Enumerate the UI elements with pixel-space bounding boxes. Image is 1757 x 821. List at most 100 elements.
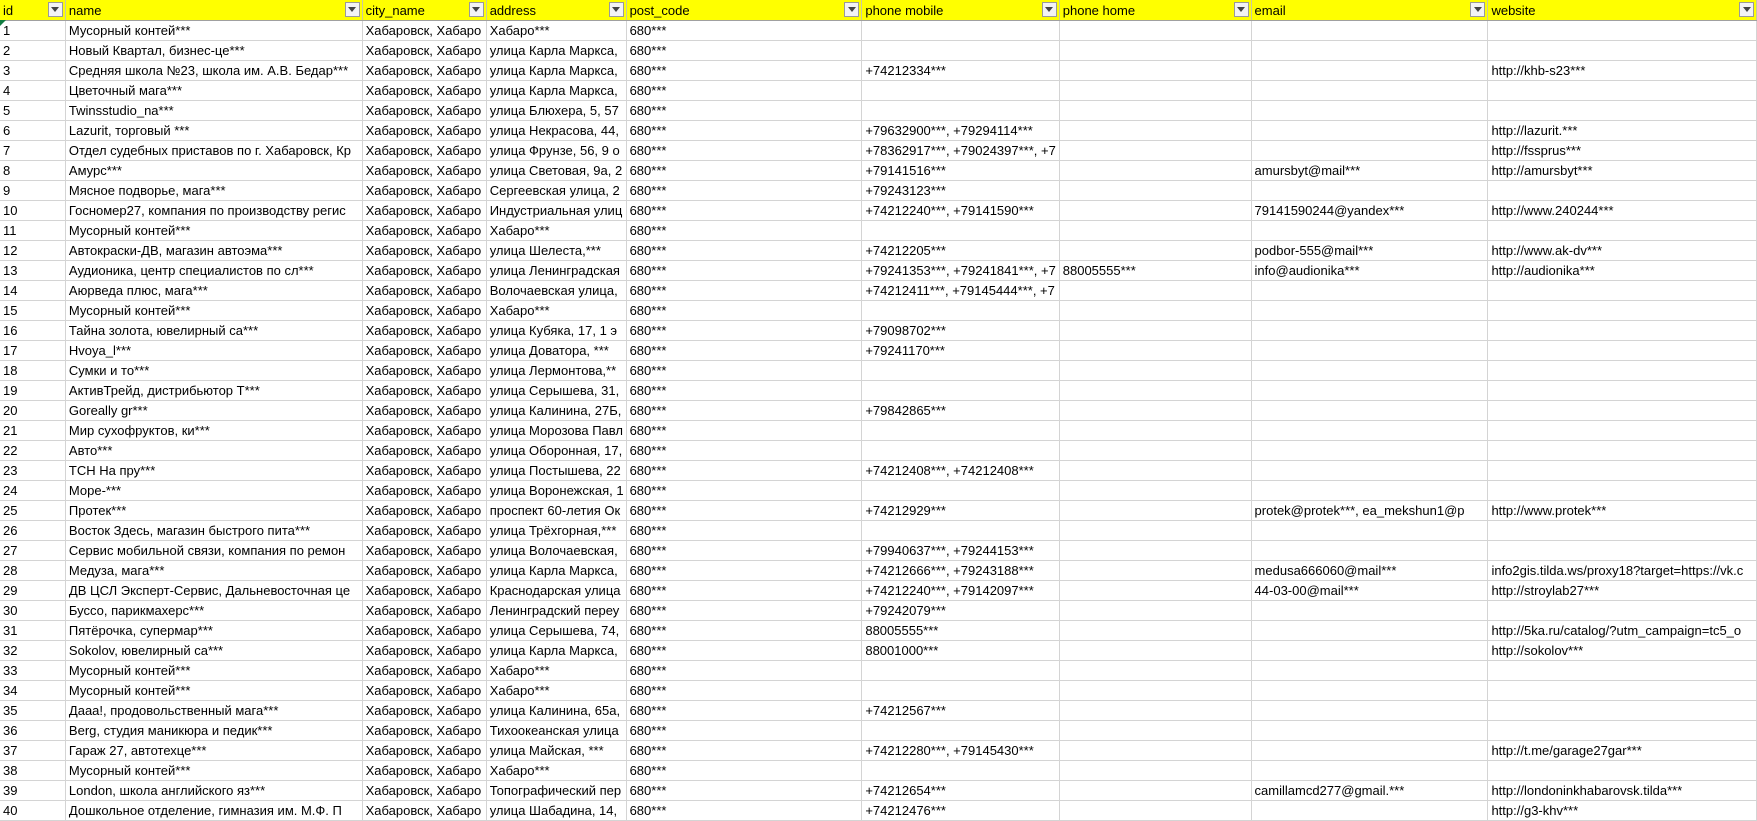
cell-website[interactable]: info2gis.tilda.ws/proxy18?target=https:/… [1487, 560, 1757, 582]
cell-email[interactable] [1251, 420, 1489, 442]
cell-post-code[interactable]: 680*** [626, 440, 863, 462]
cell-name[interactable]: Мусорный контей*** [65, 660, 363, 682]
cell-phone-mobile[interactable]: +74212476*** [861, 800, 1060, 821]
cell-id[interactable]: 14 [0, 280, 66, 302]
cell-email[interactable] [1251, 760, 1489, 782]
cell-phone-home[interactable] [1059, 280, 1252, 302]
cell-city-name[interactable]: Хабаровск, Хабаро [362, 600, 487, 622]
cell-phone-mobile[interactable]: +79940637***, +79244153*** [861, 540, 1060, 562]
cell-address[interactable]: улица Серышева, 31, [486, 380, 627, 402]
cell-post-code[interactable]: 680*** [626, 740, 863, 762]
cell-city-name[interactable]: Хабаровск, Хабаро [362, 360, 487, 382]
cell-name[interactable]: Сумки и то*** [65, 360, 363, 382]
cell-phone-mobile[interactable] [861, 360, 1060, 382]
cell-phone-home[interactable] [1059, 220, 1252, 242]
cell-city-name[interactable]: Хабаровск, Хабаро [362, 760, 487, 782]
cell-address[interactable]: Сергеевская улица, 2 [486, 180, 627, 202]
cell-phone-home[interactable] [1059, 380, 1252, 402]
cell-email[interactable]: 44-03-00@mail*** [1251, 580, 1489, 602]
filter-dropdown-icon[interactable] [468, 2, 484, 17]
cell-city-name[interactable]: Хабаровск, Хабаро [362, 640, 487, 662]
cell-post-code[interactable]: 680*** [626, 720, 863, 742]
cell-website[interactable] [1487, 680, 1757, 702]
cell-email[interactable] [1251, 60, 1489, 82]
cell-phone-home[interactable] [1059, 580, 1252, 602]
cell-id[interactable]: 26 [0, 520, 66, 542]
cell-phone-mobile[interactable]: +74212666***, +79243188*** [861, 560, 1060, 582]
cell-address[interactable]: улица Карла Маркса, [486, 560, 627, 582]
cell-city-name[interactable]: Хабаровск, Хабаро [362, 320, 487, 342]
cell-name[interactable]: Мусорный контей*** [65, 20, 363, 42]
cell-address[interactable]: Ленинградский переу [486, 600, 627, 622]
cell-post-code[interactable]: 680*** [626, 640, 863, 662]
cell-id[interactable]: 20 [0, 400, 66, 422]
cell-name[interactable]: Тайна золота, ювелирный са*** [65, 320, 363, 342]
cell-phone-home[interactable] [1059, 780, 1252, 802]
cell-phone-mobile[interactable]: +74212567*** [861, 700, 1060, 722]
cell-email[interactable] [1251, 220, 1489, 242]
cell-city-name[interactable]: Хабаровск, Хабаро [362, 220, 487, 242]
cell-city-name[interactable]: Хабаровск, Хабаро [362, 520, 487, 542]
cell-phone-home[interactable] [1059, 600, 1252, 622]
cell-name[interactable]: Протек*** [65, 500, 363, 522]
cell-city-name[interactable]: Хабаровск, Хабаро [362, 540, 487, 562]
cell-website[interactable] [1487, 320, 1757, 342]
cell-phone-mobile[interactable]: +79241353***, +79241841***, +7 [861, 260, 1060, 282]
cell-phone-mobile[interactable]: +74212240***, +79141590*** [861, 200, 1060, 222]
cell-website[interactable]: http://amursbyt*** [1487, 160, 1757, 182]
column-header-city-name[interactable]: city_name [362, 0, 487, 22]
cell-address[interactable]: Хабаро*** [486, 680, 627, 702]
cell-phone-mobile[interactable]: +79842865*** [861, 400, 1060, 422]
cell-post-code[interactable]: 680*** [626, 660, 863, 682]
cell-name[interactable]: Мусорный контей*** [65, 300, 363, 322]
cell-website[interactable] [1487, 520, 1757, 542]
cell-phone-home[interactable] [1059, 120, 1252, 142]
cell-city-name[interactable]: Хабаровск, Хабаро [362, 40, 487, 62]
cell-phone-home[interactable] [1059, 20, 1252, 42]
cell-address[interactable]: улица Постышева, 22 [486, 460, 627, 482]
cell-id[interactable]: 5 [0, 100, 66, 122]
cell-id[interactable]: 8 [0, 160, 66, 182]
cell-address[interactable]: Хабаро*** [486, 660, 627, 682]
cell-website[interactable] [1487, 400, 1757, 422]
cell-address[interactable]: Топографический пер [486, 780, 627, 802]
cell-email[interactable] [1251, 460, 1489, 482]
cell-address[interactable]: улица Карла Маркса, [486, 640, 627, 662]
cell-address[interactable]: Хабаро*** [486, 300, 627, 322]
cell-website[interactable]: http://www.ak-dv*** [1487, 240, 1757, 262]
cell-website[interactable] [1487, 180, 1757, 202]
column-header-phone-home[interactable]: phone home [1059, 0, 1252, 22]
cell-phone-home[interactable] [1059, 800, 1252, 821]
cell-phone-mobile[interactable] [861, 440, 1060, 462]
cell-phone-mobile[interactable]: +74212334*** [861, 60, 1060, 82]
cell-email[interactable]: amursbyt@mail*** [1251, 160, 1489, 182]
cell-city-name[interactable]: Хабаровск, Хабаро [362, 200, 487, 222]
cell-phone-home[interactable] [1059, 560, 1252, 582]
cell-website[interactable] [1487, 440, 1757, 462]
cell-city-name[interactable]: Хабаровск, Хабаро [362, 740, 487, 762]
cell-id[interactable]: 37 [0, 740, 66, 762]
cell-city-name[interactable]: Хабаровск, Хабаро [362, 800, 487, 821]
cell-post-code[interactable]: 680*** [626, 100, 863, 122]
cell-phone-home[interactable] [1059, 500, 1252, 522]
cell-phone-home[interactable] [1059, 100, 1252, 122]
column-header-website[interactable]: website [1487, 0, 1757, 22]
cell-email[interactable]: 79141590244@yandex*** [1251, 200, 1489, 222]
cell-phone-home[interactable] [1059, 340, 1252, 362]
cell-phone-home[interactable] [1059, 700, 1252, 722]
cell-id[interactable]: 10 [0, 200, 66, 222]
cell-id[interactable]: 13 [0, 260, 66, 282]
cell-email[interactable] [1251, 180, 1489, 202]
cell-address[interactable]: улица Калинина, 27Б, [486, 400, 627, 422]
cell-phone-home[interactable] [1059, 540, 1252, 562]
cell-id[interactable]: 27 [0, 540, 66, 562]
cell-address[interactable]: улица Воронежская, 1 [486, 480, 627, 502]
cell-city-name[interactable]: Хабаровск, Хабаро [362, 60, 487, 82]
cell-address[interactable]: Краснодарская улица [486, 580, 627, 602]
cell-website[interactable] [1487, 20, 1757, 42]
cell-post-code[interactable]: 680*** [626, 560, 863, 582]
cell-phone-home[interactable] [1059, 660, 1252, 682]
cell-city-name[interactable]: Хабаровск, Хабаро [362, 400, 487, 422]
cell-post-code[interactable]: 680*** [626, 140, 863, 162]
cell-website[interactable] [1487, 660, 1757, 682]
